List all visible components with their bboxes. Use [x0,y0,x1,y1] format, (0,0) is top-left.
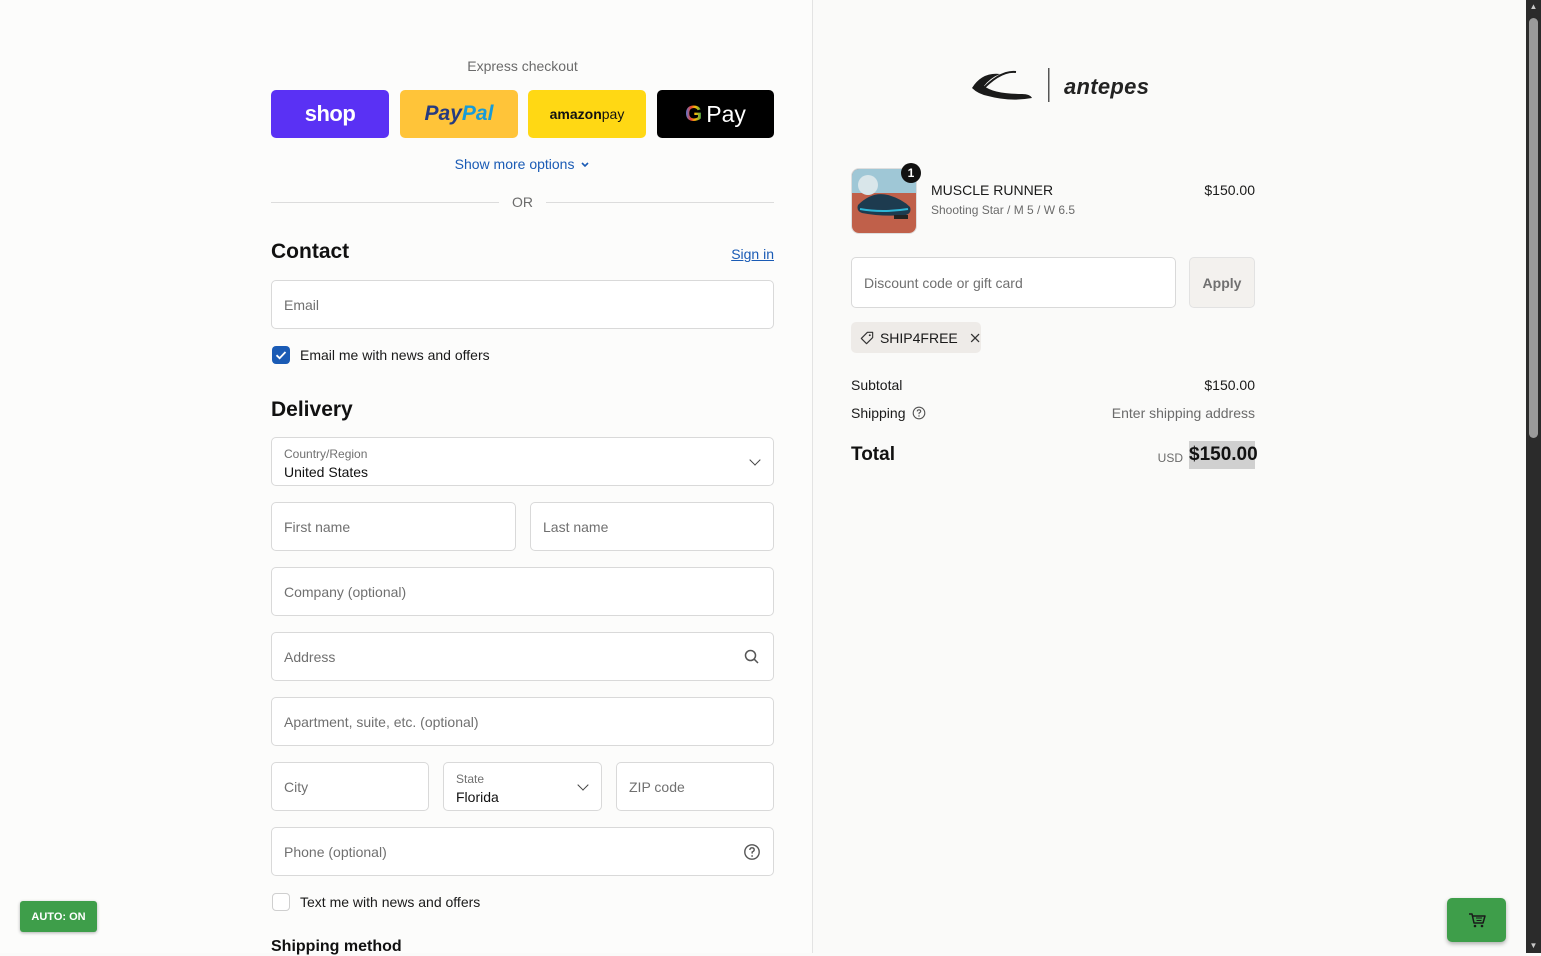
apartment-placeholder: Apartment, suite, etc. (optional) [284,714,479,730]
email-news-checkbox[interactable] [272,346,290,364]
city-field[interactable]: City [271,762,429,811]
apply-discount-button[interactable]: Apply [1189,257,1255,308]
zip-field[interactable]: ZIP code [616,762,774,811]
product-price: $150.00 [1204,182,1255,198]
show-more-options-link[interactable]: Show more options [271,156,774,172]
country-label: Country/Region [284,447,368,461]
check-icon [275,351,287,360]
contact-heading: Contact [271,240,350,263]
shipping-label-group: Shipping [851,405,926,421]
quantity-badge: 1 [901,163,921,183]
floating-cart-button[interactable] [1447,898,1506,942]
express-checkout-title: Express checkout [467,58,578,74]
scrollbar-thumb[interactable] [1529,18,1538,438]
total-value: $150.00 [1189,441,1258,469]
divider-left [271,202,499,203]
paypal-button[interactable]: Pay Pal [400,90,518,138]
amazon-pay-label-pay: pay [601,106,625,122]
amazon-pay-button[interactable]: amazon pay [528,90,646,138]
state-value: Florida [456,789,499,805]
search-icon [744,649,759,664]
country-value: United States [284,464,369,480]
scroll-down-arrow[interactable]: ▼ [1526,939,1541,953]
last-name-placeholder: Last name [543,519,609,535]
auto-toggle-button[interactable]: AUTO: ON [20,901,97,932]
first-name-field[interactable]: First name [271,502,516,551]
discount-placeholder: Discount code or gift card [864,275,1023,291]
zip-placeholder: ZIP code [629,779,685,795]
tag-icon [860,331,874,344]
close-icon[interactable] [969,331,981,345]
sms-news-label: Text me with news and offers [300,894,481,910]
google-pay-label: Pay [706,100,746,127]
state-select[interactable]: State Florida [443,762,602,811]
city-placeholder: City [284,779,309,795]
amazon-pay-label-amazon: amazon [549,106,602,122]
phone-field[interactable]: Phone (optional) [271,827,774,876]
sms-news-checkbox[interactable] [272,893,290,911]
or-divider-text: OR [512,194,533,210]
total-label: Total [851,444,895,465]
shipping-label: Shipping [851,405,906,421]
cart-icon [1468,913,1486,928]
delivery-heading: Delivery [271,398,353,421]
show-more-options-label: Show more options [454,156,575,172]
shop-pay-button[interactable]: shop [271,90,389,138]
shipping-method-heading: Shipping method [271,938,402,955]
apartment-field[interactable]: Apartment, suite, etc. (optional) [271,697,774,746]
last-name-field[interactable]: Last name [530,502,774,551]
order-summary-panel [813,0,1526,953]
google-pay-button[interactable]: G Pay [657,90,774,138]
brand-name: antepes [1064,74,1150,99]
company-field[interactable]: Company (optional) [271,567,774,616]
first-name-placeholder: First name [284,519,351,535]
scroll-up-arrow[interactable]: ▲ [1526,0,1541,14]
page-scrollbar[interactable]: ▲ ▼ [1526,0,1541,953]
paypal-label-pay: Pay [424,102,462,125]
applied-discount-code: SHIP4FREE [879,329,958,346]
subtotal-label: Subtotal [851,377,903,393]
paypal-label-pal: Pal [461,102,494,125]
country-select[interactable]: Country/Region United States [271,437,774,486]
google-g-icon: G [685,101,703,126]
chevron-down-icon [581,162,589,168]
discount-code-field[interactable]: Discount code or gift card [851,257,1176,308]
total-currency: USD [1157,451,1183,465]
subtotal-value: $150.00 [1204,377,1255,393]
product-name: MUSCLE RUNNER [931,182,1054,198]
address-field[interactable]: Address [271,632,774,681]
email-field[interactable]: Email [271,280,774,329]
help-circle-icon[interactable] [912,406,926,420]
chevron-down-icon [749,454,761,466]
chevron-down-icon [577,779,589,791]
phone-placeholder: Phone (optional) [284,844,387,860]
shipping-value: Enter shipping address [1111,405,1255,421]
help-circle-icon[interactable] [743,843,761,861]
state-label: State [456,772,485,786]
product-variant: Shooting Star / M 5 / W 6.5 [931,203,1076,217]
shop-pay-label: shop [304,101,356,126]
email-news-label: Email me with news and offers [300,347,490,363]
applied-discount-chip: SHIP4FREE [851,322,981,353]
address-placeholder: Address [284,649,336,665]
company-placeholder: Company (optional) [284,584,407,600]
email-placeholder: Email [284,297,320,313]
sign-in-link[interactable]: Sign in [700,246,774,262]
divider-right [546,202,774,203]
